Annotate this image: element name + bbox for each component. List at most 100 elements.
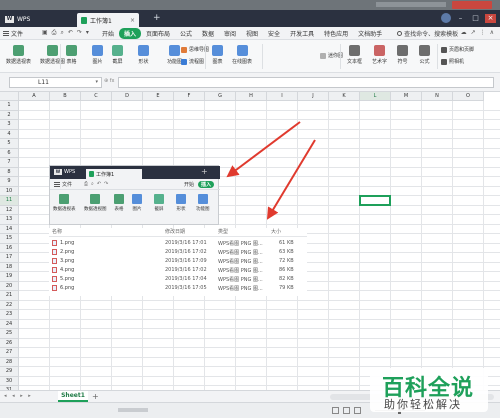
tab-menu-2[interactable]: 页面布局 (141, 29, 175, 38)
column-header-L[interactable]: L (360, 92, 391, 101)
tab-menu-8[interactable]: 开发工具 (285, 29, 319, 38)
ribbon-small-button-3[interactable]: 页眉和页脚 (441, 46, 474, 53)
quick-tool-icon[interactable]: ⌕ (60, 29, 63, 37)
menu-right-icon[interactable]: ∧ (490, 29, 494, 36)
menu-right-icon[interactable]: ⋮ (480, 29, 486, 36)
maximize-icon[interactable]: □ (470, 14, 481, 23)
quick-tool-icon[interactable]: ▣ (42, 29, 48, 37)
tab-sheet1[interactable]: Sheet1 (58, 391, 88, 402)
ribbon-button-10[interactable]: 艺术字 (372, 45, 387, 65)
spreadsheet-grid[interactable]: W WPS 工作簿1 + 文件 ⎙ ⌕ ↶ ↷ 开始 插入 数据透视表 数据透视图 表格 图… (0, 92, 500, 390)
formula-input[interactable] (118, 77, 494, 88)
row-header-24[interactable]: 24 (0, 319, 19, 329)
ribbon-button-9[interactable]: 文本框 (347, 45, 362, 65)
page-break-view-icon[interactable] (354, 407, 361, 414)
fx-icons[interactable]: ⊕ fx (104, 78, 115, 84)
column-header-K[interactable]: K (329, 92, 360, 101)
column-header-J[interactable]: J (298, 92, 329, 101)
row-header-18[interactable]: 18 (0, 262, 19, 272)
row-header-17[interactable]: 17 (0, 253, 19, 263)
row-header-5[interactable]: 5 (0, 139, 19, 149)
new-tab-button[interactable]: + (153, 14, 161, 23)
ribbon-button-4[interactable]: 截屏 (112, 45, 123, 65)
column-header-I[interactable]: I (267, 92, 298, 101)
column-header-H[interactable]: H (236, 92, 267, 101)
tab-menu-5[interactable]: 审阅 (219, 29, 241, 38)
row-header-19[interactable]: 19 (0, 272, 19, 282)
ribbon-button-5[interactable]: 形状 (138, 45, 149, 65)
row-header-16[interactable]: 16 (0, 243, 19, 253)
row-header-7[interactable]: 7 (0, 158, 19, 168)
sheet-nav-arrows[interactable]: ◂ ◂ ▸ ▸ (4, 393, 33, 399)
tab-menu-10[interactable]: 文档助手 (353, 29, 387, 38)
command-search[interactable]: 查找命令、搜索模板 (397, 29, 458, 38)
close-tab-icon[interactable]: × (130, 17, 135, 24)
row-header-2[interactable]: 2 (0, 110, 19, 120)
column-header-B[interactable]: B (50, 92, 81, 101)
ribbon-button-8[interactable]: 在线图表 (232, 45, 252, 65)
row-header-11[interactable]: 11 (0, 196, 19, 206)
chevron-down-icon[interactable]: ▾ (95, 79, 98, 85)
document-tab[interactable]: 工作簿1 × (77, 13, 139, 27)
title-bar-blurred-button[interactable] (452, 1, 492, 9)
add-sheet-button[interactable]: + (92, 391, 99, 402)
row-header-6[interactable]: 6 (0, 148, 19, 158)
column-header-M[interactable]: M (391, 92, 422, 101)
avatar[interactable] (441, 13, 451, 23)
row-header-13[interactable]: 13 (0, 215, 19, 225)
row-header-10[interactable]: 10 (0, 186, 19, 196)
row-header-27[interactable]: 27 (0, 348, 19, 358)
row-header-22[interactable]: 22 (0, 300, 19, 310)
row-header-9[interactable]: 9 (0, 177, 19, 187)
normal-view-icon[interactable] (332, 407, 339, 414)
tab-menu-3[interactable]: 公式 (175, 29, 197, 38)
row-header-26[interactable]: 26 (0, 338, 19, 348)
ribbon-button-1[interactable]: 数据透视图 (40, 45, 65, 65)
tab-menu-0[interactable]: 开始 (97, 29, 119, 38)
row-header-12[interactable]: 12 (0, 205, 19, 215)
tab-menu-6[interactable]: 视图 (241, 29, 263, 38)
row-header-23[interactable]: 23 (0, 310, 19, 320)
column-header-F[interactable]: F (174, 92, 205, 101)
row-header-3[interactable]: 3 (0, 120, 19, 130)
file-list-image[interactable]: 名称 修改日期 类型 大小 1.png 2019/3/16 17:01 WPS看图 … (49, 228, 307, 296)
row-header-15[interactable]: 15 (0, 234, 19, 244)
ribbon-button-0[interactable]: 数据透视表 (6, 45, 31, 65)
name-box[interactable]: L11 ▾ (9, 77, 102, 88)
select-all-corner[interactable] (0, 92, 19, 101)
row-header-1[interactable]: 1 (0, 101, 19, 111)
column-header-D[interactable]: D (112, 92, 143, 101)
quick-tool-icon[interactable]: ↶ (68, 29, 73, 37)
wps-home-tab[interactable]: W WPS (5, 13, 30, 25)
ribbon-button-2[interactable]: 表格 (66, 45, 77, 65)
minimize-icon[interactable]: – (455, 14, 466, 23)
row-header-29[interactable]: 29 (0, 367, 19, 377)
row-header-14[interactable]: 14 (0, 224, 19, 234)
ribbon-button-3[interactable]: 图片 (92, 45, 103, 65)
menu-right-icon[interactable]: ↗ (471, 29, 476, 36)
tab-menu-7[interactable]: 安全 (263, 29, 285, 38)
row-header-8[interactable]: 8 (0, 167, 19, 177)
ribbon-button-6[interactable]: 功能图 (167, 45, 182, 65)
ribbon-small-button-1[interactable]: 流程图 (181, 58, 204, 65)
column-header-G[interactable]: G (205, 92, 236, 101)
tab-menu-1[interactable]: 插入 (118, 27, 141, 39)
row-header-20[interactable]: 20 (0, 281, 19, 291)
ribbon-small-button-4[interactable]: 照相机 (441, 58, 464, 65)
tab-menu-4[interactable]: 数据 (197, 29, 219, 38)
row-header-28[interactable]: 28 (0, 357, 19, 367)
close-window-icon[interactable]: × (485, 13, 496, 23)
column-header-C[interactable]: C (81, 92, 112, 101)
ribbon-button-12[interactable]: 公式 (419, 45, 430, 65)
embedded-screenshot-image[interactable]: W WPS 工作簿1 + 文件 ⎙ ⌕ ↶ ↷ 开始 插入 数据透视表 数据透视图 表格 图… (49, 165, 220, 225)
menu-right-icon[interactable]: ☁ (461, 29, 467, 36)
column-header-E[interactable]: E (143, 92, 174, 101)
column-header-A[interactable]: A (19, 92, 50, 101)
page-layout-view-icon[interactable] (343, 407, 350, 414)
selected-cell[interactable] (359, 195, 391, 206)
row-header-4[interactable]: 4 (0, 129, 19, 139)
row-header-21[interactable]: 21 (0, 291, 19, 301)
ribbon-button-11[interactable]: 符号 (397, 45, 408, 65)
column-header-O[interactable]: O (453, 92, 484, 101)
column-header-N[interactable]: N (422, 92, 453, 101)
